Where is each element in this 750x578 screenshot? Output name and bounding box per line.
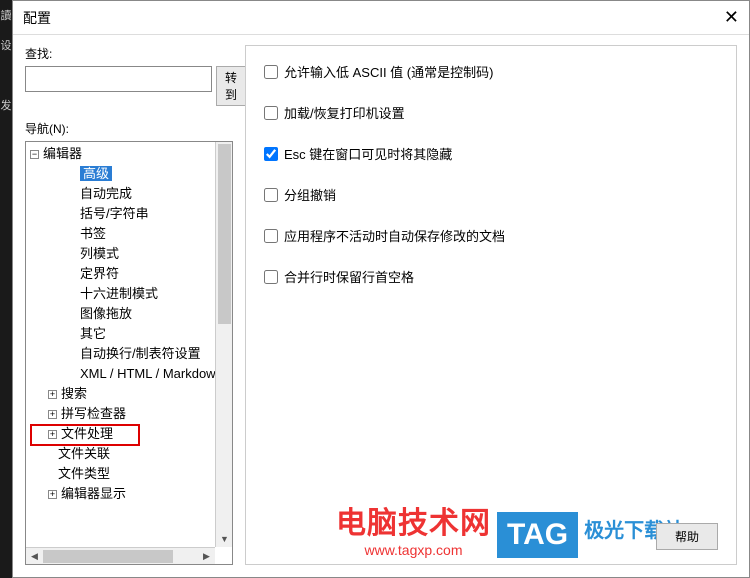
tree-child[interactable]: 高级: [26, 164, 232, 184]
search-input[interactable]: [25, 66, 212, 92]
option-label: 分组撤销: [284, 185, 336, 204]
options-panel: 允许输入低 ASCII 值 (通常是控制码) 加载/恢复打印机设置 Esc 键在窗口…: [245, 45, 737, 565]
tree-child[interactable]: 其它: [26, 324, 232, 344]
tree-child[interactable]: 定界符: [26, 264, 232, 284]
tree-item-file-assoc[interactable]: 文件关联: [26, 444, 232, 464]
config-dialog: 配置 ✕ 查找: 转到 导航(N): −编辑器 高级 自动完成 括号/字符串 书…: [12, 0, 750, 578]
titlebar: 配置 ✕: [13, 1, 749, 35]
watermark-tag: TAG: [497, 512, 578, 558]
option-checkbox[interactable]: [264, 106, 278, 120]
tree-item-editor-display[interactable]: +编辑器显示: [26, 484, 232, 504]
option-checkbox[interactable]: [264, 147, 278, 161]
expand-icon[interactable]: +: [48, 410, 57, 419]
watermark: 电脑技术网 www.tagxp.com TAG 极光下载站: [336, 498, 684, 558]
option-label: 应用程序不活动时自动保存修改的文档: [284, 226, 505, 245]
options-list: 允许输入低 ASCII 值 (通常是控制码) 加载/恢复打印机设置 Esc 键在窗口…: [264, 62, 718, 286]
option-checkbox[interactable]: [264, 188, 278, 202]
horizontal-scrollbar[interactable]: ◀ ▶: [26, 547, 215, 564]
option-label: 合并行时保留行首空格: [284, 267, 414, 286]
option-row[interactable]: 应用程序不活动时自动保存修改的文档: [264, 226, 718, 245]
tree-child[interactable]: 列模式: [26, 244, 232, 264]
tree-child[interactable]: 自动换行/制表符设置: [26, 344, 232, 364]
expand-icon[interactable]: +: [48, 490, 57, 499]
tree-child[interactable]: XML / HTML / Markdow: [26, 364, 232, 384]
goto-button[interactable]: 转到: [216, 66, 246, 106]
left-panel: 查找: 转到 导航(N): −编辑器 高级 自动完成 括号/字符串 书签 列模式…: [25, 45, 233, 565]
option-row[interactable]: 合并行时保留行首空格: [264, 267, 718, 286]
app-background-strip: 讀设发: [0, 0, 12, 578]
tree-item-file-type[interactable]: 文件类型: [26, 464, 232, 484]
option-row[interactable]: 分组撤销: [264, 185, 718, 204]
expand-icon[interactable]: +: [48, 390, 57, 399]
nav-label: 导航(N):: [25, 120, 233, 137]
scroll-left-icon[interactable]: ◀: [26, 548, 43, 565]
watermark-site1: 电脑技术网 www.tagxp.com: [336, 498, 491, 558]
help-button[interactable]: 帮助: [656, 523, 718, 550]
option-checkbox[interactable]: [264, 270, 278, 284]
search-row: 转到: [25, 66, 233, 106]
tree-child[interactable]: 书签: [26, 224, 232, 244]
tree-child-selected: 高级: [80, 166, 112, 181]
scroll-thumb[interactable]: [43, 550, 173, 563]
window-title: 配置: [23, 8, 51, 28]
tree-item-spellcheck[interactable]: +拼写检查器: [26, 404, 232, 424]
tree-item-search[interactable]: +搜索: [26, 384, 232, 404]
tree-child[interactable]: 括号/字符串: [26, 204, 232, 224]
tree-item-editor[interactable]: −编辑器: [26, 144, 232, 164]
nav-tree: −编辑器 高级 自动完成 括号/字符串 书签 列模式 定界符 十六进制模式 图像…: [26, 142, 232, 564]
tree-child[interactable]: 十六进制模式: [26, 284, 232, 304]
collapse-icon[interactable]: −: [30, 150, 39, 159]
scroll-thumb[interactable]: [218, 144, 231, 324]
option-label: 加载/恢复打印机设置: [284, 103, 405, 122]
vertical-scrollbar[interactable]: ▲ ▼: [215, 142, 232, 547]
option-checkbox[interactable]: [264, 65, 278, 79]
dialog-content: 查找: 转到 导航(N): −编辑器 高级 自动完成 括号/字符串 书签 列模式…: [13, 35, 749, 577]
option-row[interactable]: 允许输入低 ASCII 值 (通常是控制码): [264, 62, 718, 81]
option-row[interactable]: 加载/恢复打印机设置: [264, 103, 718, 122]
nav-tree-container: −编辑器 高级 自动完成 括号/字符串 书签 列模式 定界符 十六进制模式 图像…: [25, 141, 233, 565]
expand-icon[interactable]: +: [48, 430, 57, 439]
tree-child[interactable]: 图像拖放: [26, 304, 232, 324]
search-label: 查找:: [25, 45, 233, 62]
scroll-down-icon[interactable]: ▼: [216, 530, 233, 547]
option-checkbox[interactable]: [264, 229, 278, 243]
option-label: 允许输入低 ASCII 值 (通常是控制码): [284, 62, 493, 81]
option-label: Esc 键在窗口可见时将其隐藏: [284, 144, 452, 163]
tree-child[interactable]: 自动完成: [26, 184, 232, 204]
scroll-right-icon[interactable]: ▶: [198, 548, 215, 565]
close-icon[interactable]: ✕: [724, 7, 739, 28]
option-row[interactable]: Esc 键在窗口可见时将其隐藏: [264, 144, 718, 163]
tree-item-file-handling[interactable]: +文件处理: [26, 424, 232, 444]
